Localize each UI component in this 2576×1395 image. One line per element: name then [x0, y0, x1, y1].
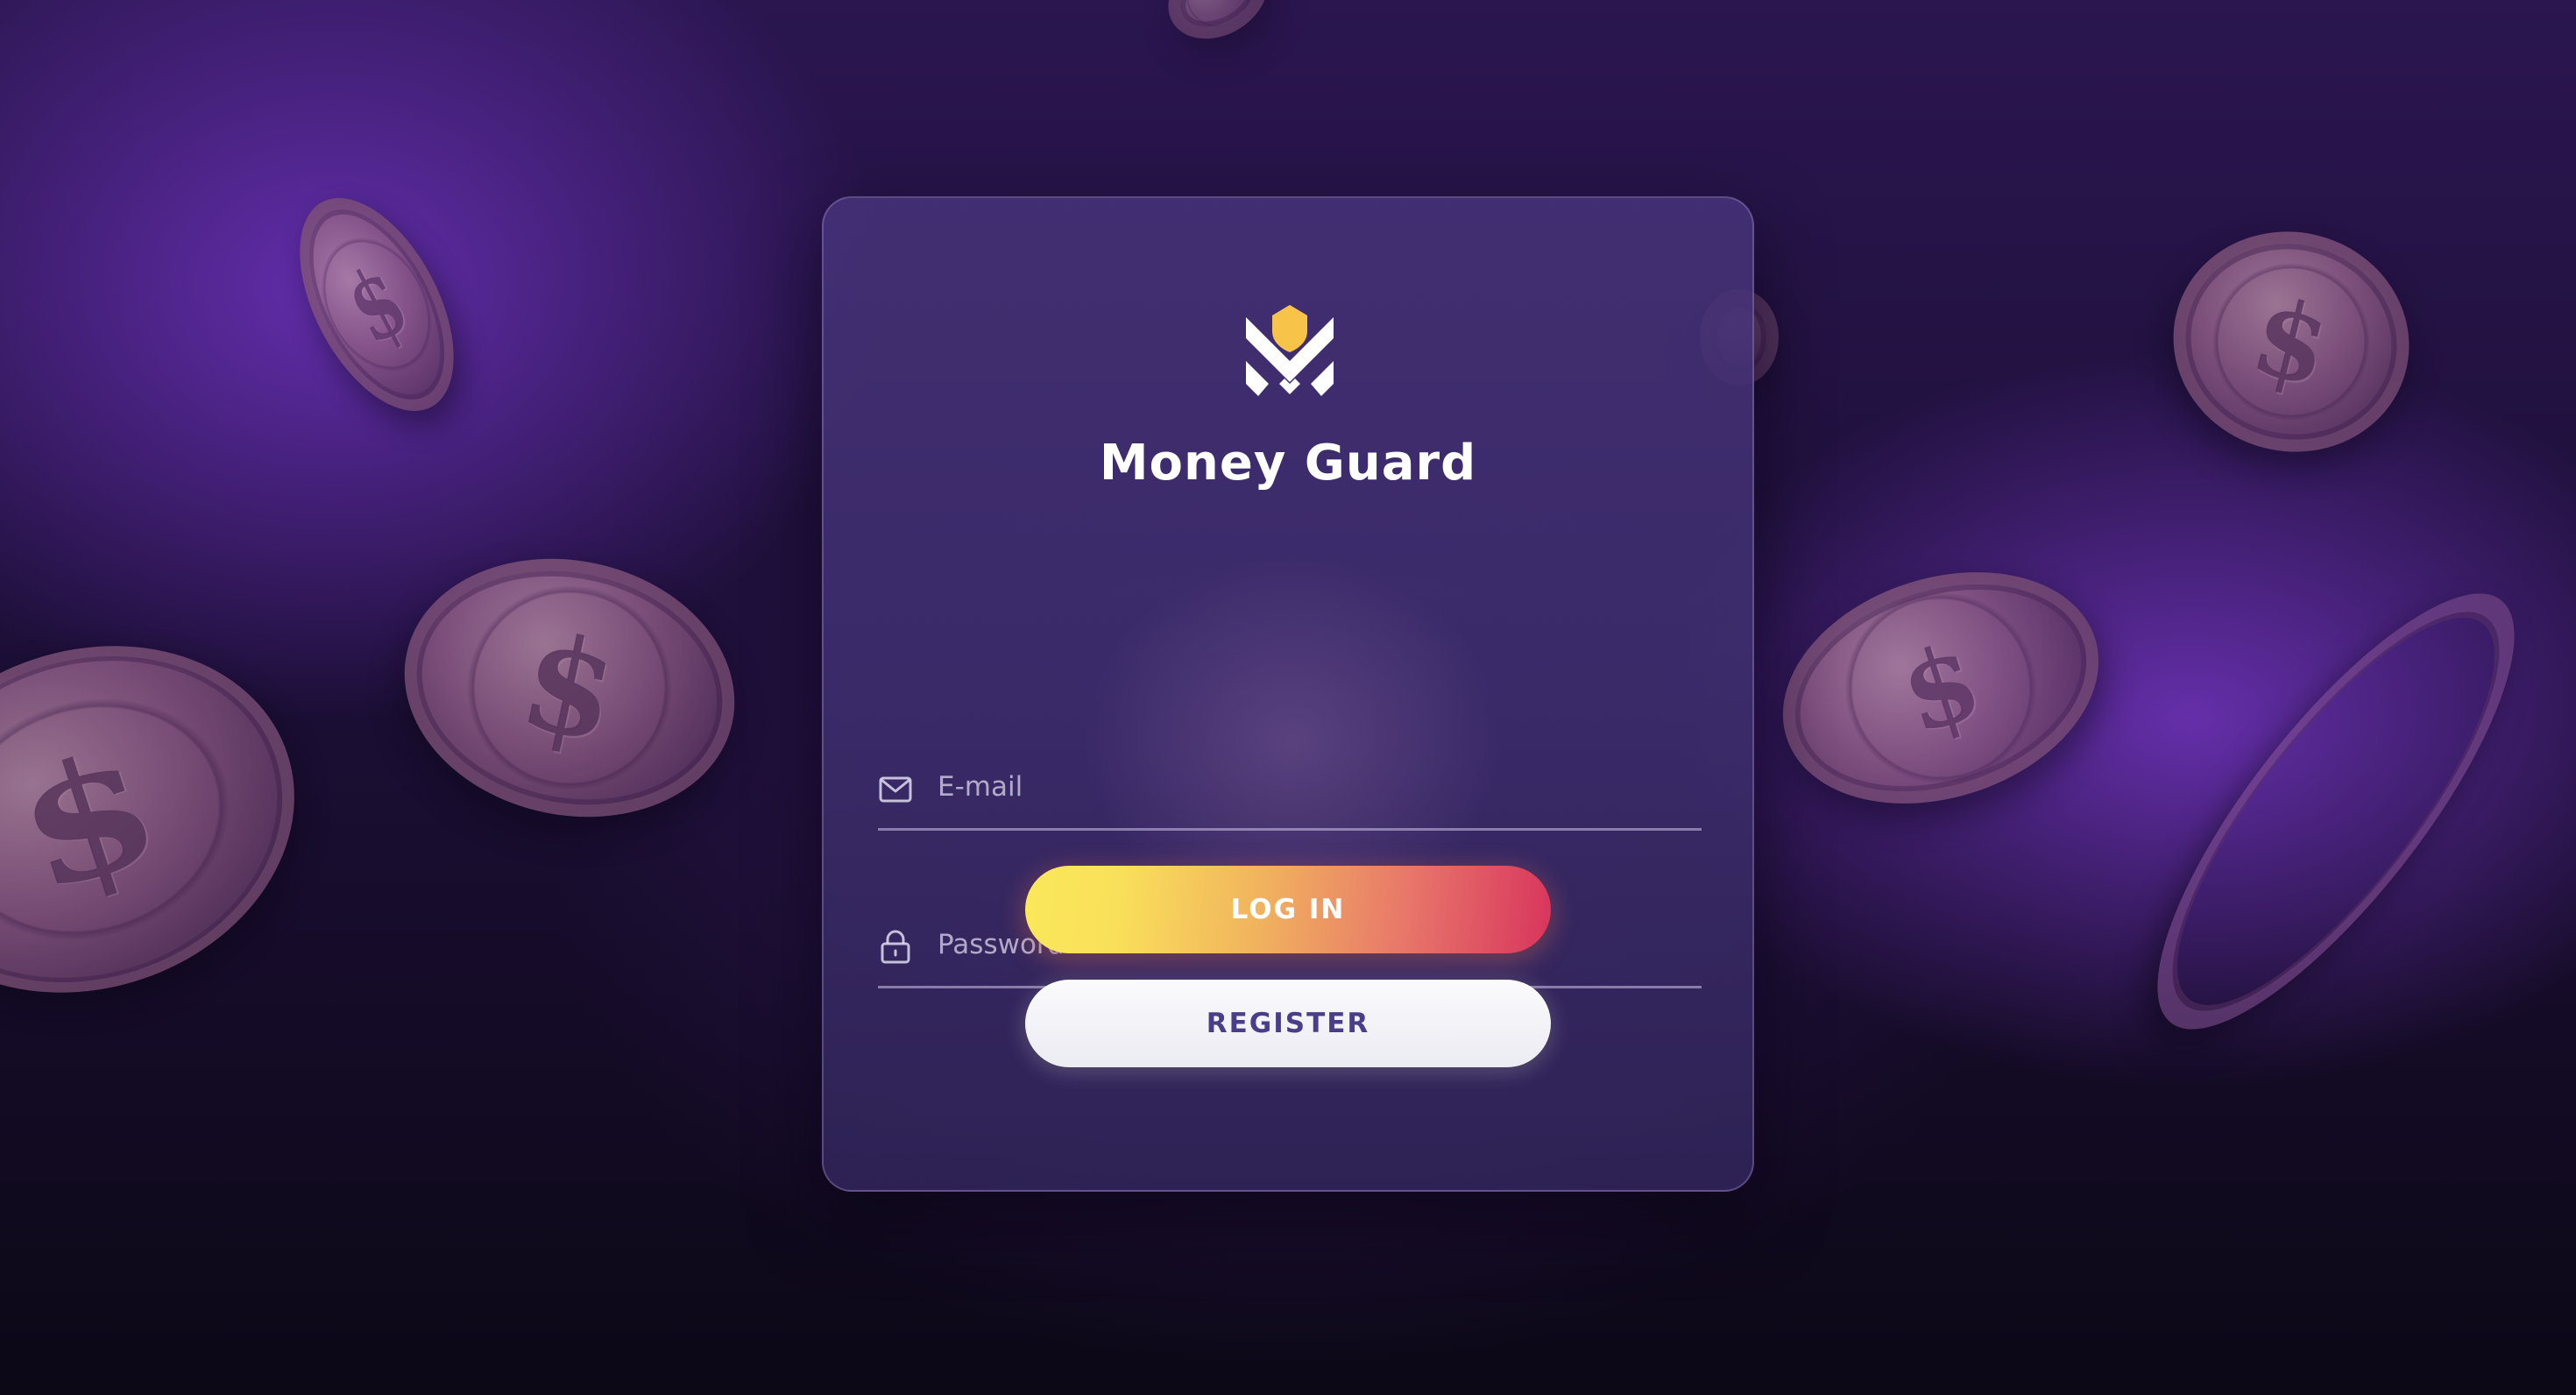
- mail-icon: [879, 776, 912, 803]
- coin-decoration: $: [267, 173, 486, 436]
- coin-decoration: $: [2149, 207, 2433, 477]
- email-input[interactable]: [938, 762, 1691, 811]
- app-title: Money Guard: [1099, 435, 1477, 492]
- login-button[interactable]: LOG IN: [1025, 866, 1551, 953]
- login-card: Money Guard LOG IN REGISTER: [822, 196, 1754, 1192]
- register-button[interactable]: REGISTER: [1025, 980, 1551, 1067]
- register-button-label: REGISTER: [1206, 1008, 1370, 1039]
- coin-decoration: $: [1752, 533, 2129, 843]
- lock-icon: [881, 930, 910, 964]
- login-button-label: LOG IN: [1230, 894, 1346, 925]
- money-guard-logo-icon: [1246, 305, 1334, 396]
- coin-decoration: [1152, 0, 1284, 56]
- login-page: $ $ $ $ $ Money Guard E-mail LOG IN REGI…: [0, 0, 2576, 1395]
- coin-decoration: $: [0, 593, 340, 1045]
- coin-decoration: $: [380, 528, 759, 847]
- email-field: [878, 743, 1702, 831]
- coin-edge-decoration: [2103, 547, 2569, 1076]
